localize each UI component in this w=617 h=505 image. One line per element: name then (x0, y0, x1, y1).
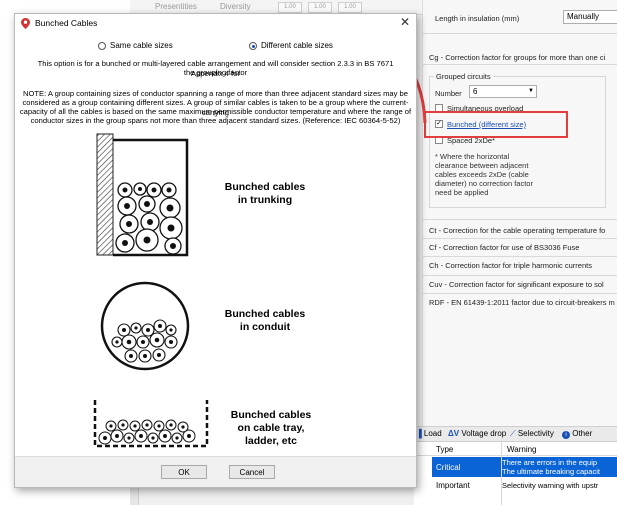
divider (423, 275, 617, 276)
conduit-illustration (100, 281, 190, 371)
divider (423, 238, 617, 239)
trunking-illustration (96, 133, 189, 257)
correction-factors-panel: Length in insulation (mm) Manually Cg - … (422, 0, 617, 440)
table-row[interactable]: Critical There are errors in the equip T… (432, 457, 617, 477)
number-label: Number (435, 89, 462, 98)
value-input-1[interactable]: 1.00 (278, 2, 302, 13)
ok-button[interactable]: OK (161, 465, 207, 479)
cancel-button[interactable]: Cancel (229, 465, 275, 479)
divider (423, 256, 617, 257)
cuv-label: Cuv - Correction factor for significant … (429, 280, 604, 289)
spacing-note-2: clearance between adjacent (435, 161, 529, 170)
tray-caption-line-2: on cable tray, (237, 422, 305, 434)
table-row[interactable]: Important Selectivity warning with upstr (432, 477, 617, 497)
info-icon: i (562, 431, 570, 439)
column-header-warning: Warning (507, 445, 537, 454)
trunking-caption-line-2: in trunking (237, 194, 293, 206)
conduit-caption-line-1: Bunched cables (224, 308, 306, 320)
spacing-note-4: diameter) no correction factor (435, 179, 533, 188)
intro-line-2: the grouping factor (183, 68, 248, 77)
dialog-footer: OK Cancel (15, 456, 416, 487)
value-input-3[interactable]: 1.00 (338, 2, 362, 13)
tab-voltage-drop[interactable]: ΔV Voltage drop (448, 429, 506, 438)
length-in-insulation-label: Length in insulation (mm) (435, 14, 520, 23)
divider (423, 33, 617, 34)
divider (423, 293, 617, 294)
rdf-label: RDF - EN 61439-1:2011 factor due to circ… (429, 298, 615, 307)
bunched-cables-dialog: Bunched Cables ✕ Same cable sizes Differ… (14, 13, 417, 488)
divider (423, 219, 617, 220)
grouped-circuits-label: Grouped circuits (434, 72, 493, 81)
note-line-4: conductor sizes in the group spans not m… (30, 116, 401, 125)
tray-caption-line-1: Bunched cables (230, 409, 312, 421)
different-cable-sizes-label[interactable]: Different cable sizes (261, 41, 333, 50)
conduit-caption-line-2: in conduit (239, 321, 291, 333)
ct-label: Ct - Correction for the cable operating … (429, 226, 606, 235)
value-input-2[interactable]: 1.00 (308, 2, 332, 13)
column-divider (501, 442, 502, 505)
trunking-caption-line-1: Bunched cables (224, 181, 306, 193)
length-mode-dropdown[interactable]: Manually (563, 10, 617, 24)
row-warning-line: Selectivity warning with upstr (502, 481, 599, 490)
tray-caption-line-3: ladder, etc (245, 435, 297, 447)
spacing-note-1: * Where the horizontal (435, 152, 510, 161)
header-divider (414, 455, 617, 456)
spacing-note-3: cables exceeds 2xDe (cable (435, 170, 529, 179)
same-cable-sizes-radio[interactable] (98, 42, 106, 50)
row-type: Critical (436, 463, 461, 472)
voltage-icon: ΔV (448, 429, 460, 438)
cf-label: Cf - Correction factor for use of BS3036… (429, 243, 580, 252)
highlight-box (424, 111, 568, 138)
tab-selectivity[interactable]: ⟋ Selectivity (510, 429, 554, 439)
same-cable-sizes-label[interactable]: Same cable sizes (110, 41, 173, 50)
dialog-title: Bunched Cables (35, 18, 98, 28)
number-dropdown[interactable]: 6 ▼ (469, 85, 537, 98)
row-type: Important (436, 481, 470, 490)
tab-load[interactable]: ▐ Load (416, 429, 442, 438)
chevron-down-icon: ▼ (528, 88, 534, 94)
diversity-label: Diversity (220, 2, 251, 11)
ch-label: Ch - Correction factor for triple harmon… (429, 261, 592, 270)
spacing-note-5: need be applied (435, 188, 489, 197)
row-warning-line: The ultimate breaking capacit (502, 467, 600, 476)
bottom-tabs: ▐ Load ΔV Voltage drop ⟋ Selectivity i O… (414, 426, 617, 442)
app-icon (21, 18, 30, 31)
selectivity-icon: ⟋ (510, 429, 516, 438)
presentities-label: Presentities (155, 2, 197, 11)
divider (423, 64, 617, 65)
column-header-type: Type (436, 445, 454, 454)
row-warning-line: There are errors in the equip (502, 458, 598, 467)
tab-other[interactable]: i Other (562, 429, 592, 439)
cg-label: Cg - Correction factor for groups for mo… (429, 53, 606, 62)
different-cable-sizes-radio[interactable] (249, 42, 257, 50)
close-icon[interactable]: ✕ (400, 15, 410, 29)
cable-tray-illustration (93, 400, 209, 448)
